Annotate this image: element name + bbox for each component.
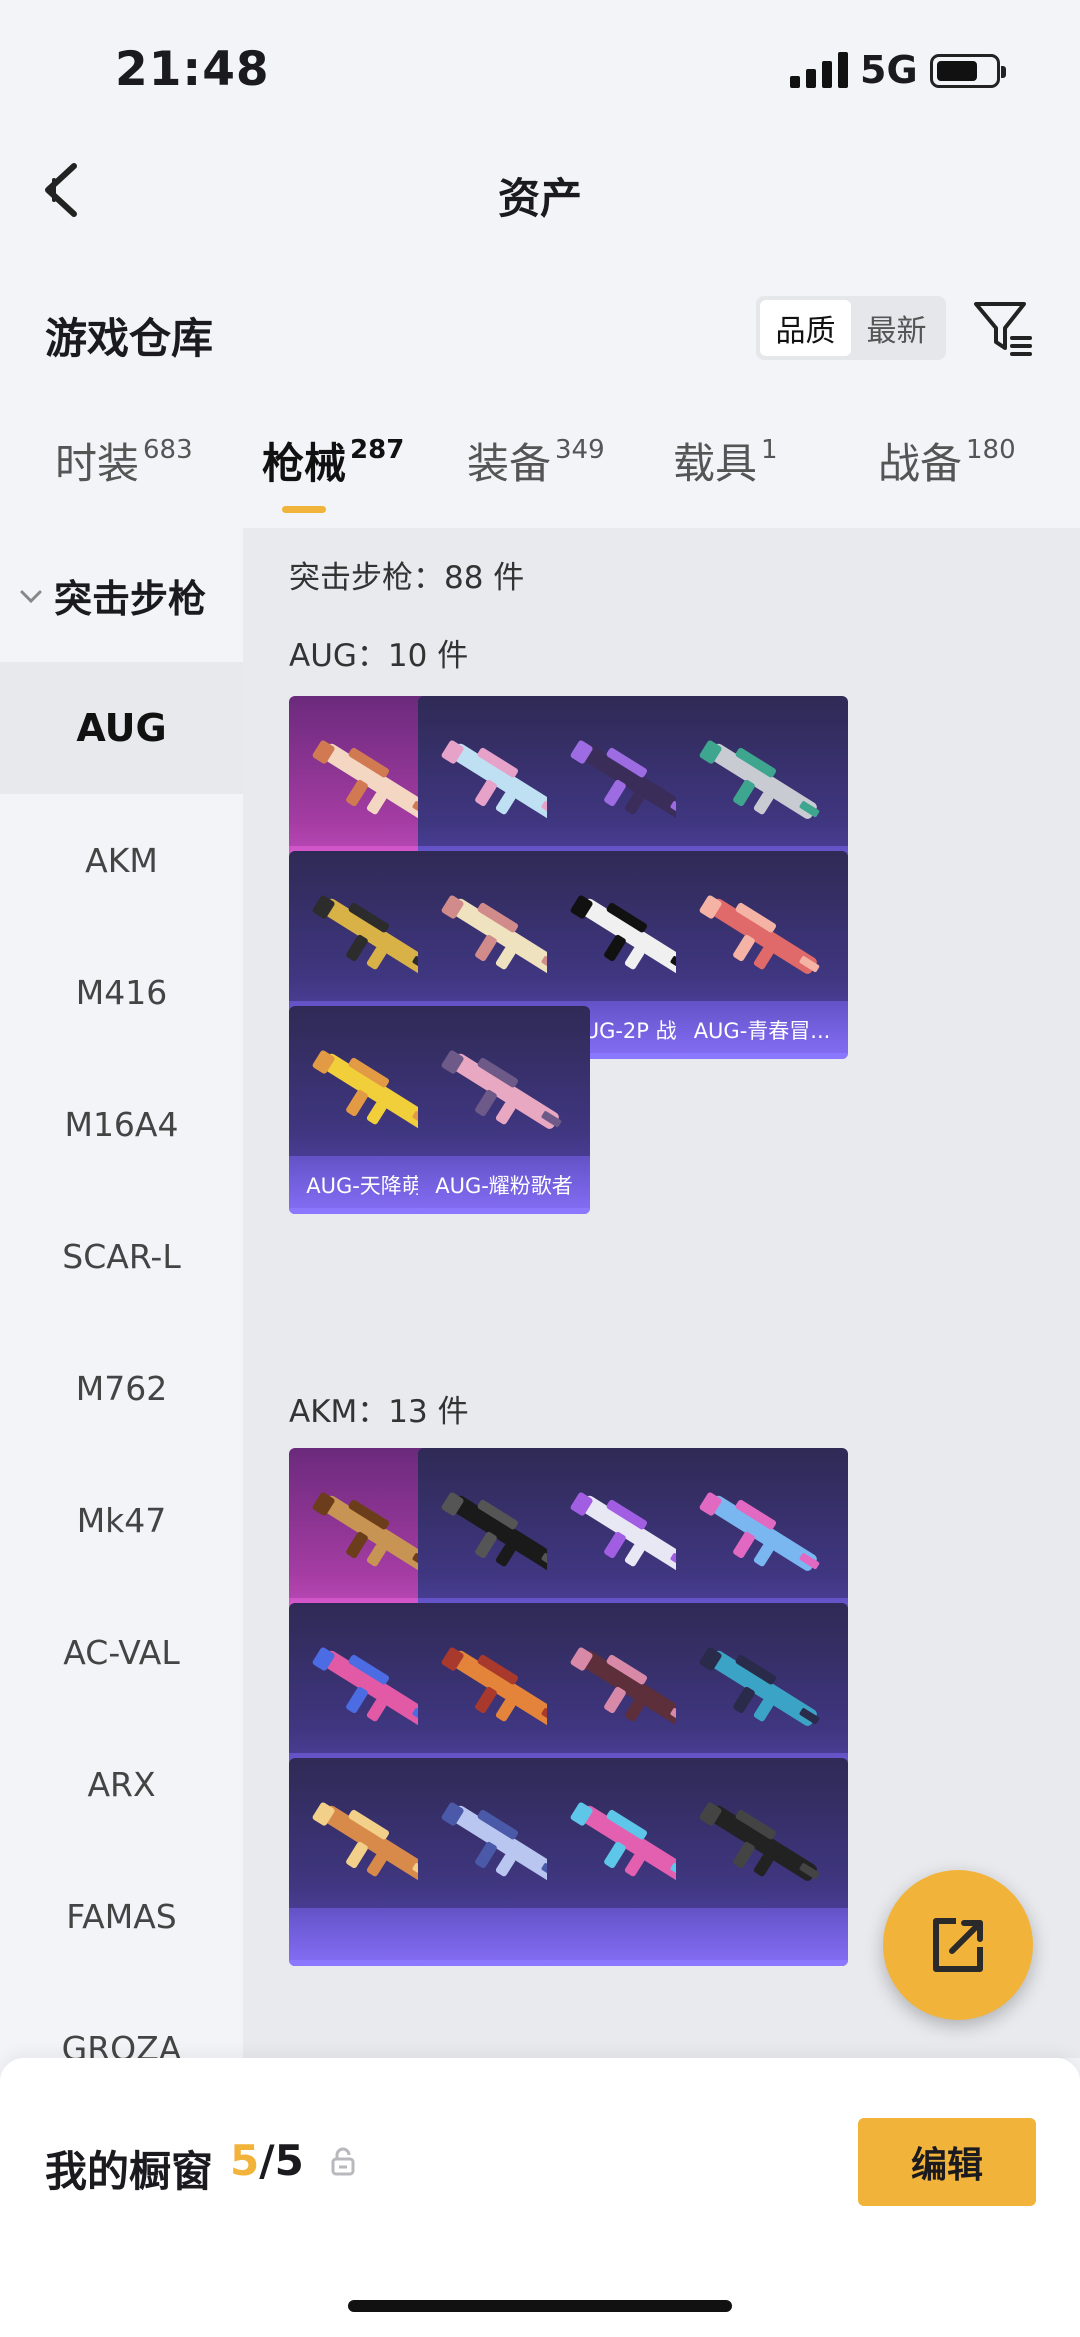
tab-indicator bbox=[282, 506, 326, 513]
tab-count: 683 bbox=[143, 435, 193, 465]
tab-label: 时装 bbox=[55, 439, 140, 488]
tab-label: 载具 bbox=[673, 439, 758, 488]
sidebar-item-m762[interactable]: M762 bbox=[0, 1322, 243, 1454]
tab-guns[interactable]: 枪械 287 bbox=[262, 430, 404, 491]
sidebar-item-famas[interactable]: FAMAS bbox=[0, 1850, 243, 1982]
sort-option-quality[interactable]: 品质 bbox=[760, 300, 851, 356]
tab-vehicles[interactable]: 载具 1 bbox=[673, 430, 778, 491]
showcase-label: 我的橱窗 bbox=[45, 2147, 214, 2196]
item-grid: 突击步枪：88 件 AUG：10 件 5级AUG-暖羊咩咩AUG-冰晶雪宝AUG… bbox=[243, 528, 1080, 2058]
category-total: 突击步枪：88 件 bbox=[289, 560, 525, 596]
sidebar-category[interactable]: 突击步枪 bbox=[18, 568, 206, 623]
filter-icon bbox=[974, 302, 1032, 356]
sidebar-item-ac-val[interactable]: AC-VAL bbox=[0, 1586, 243, 1718]
category-tabs: 时装 683 枪械 287 装备 349 载具 1 战备 180 bbox=[0, 430, 1080, 510]
rifle-icon bbox=[441, 1050, 562, 1129]
sidebar-item-m416[interactable]: M416 bbox=[0, 926, 243, 1058]
home-indicator bbox=[348, 2300, 732, 2312]
group-label-aug: AUG：10 件 bbox=[289, 638, 469, 674]
status-bar: 21:48 5G bbox=[0, 0, 1080, 140]
tab-count: 349 bbox=[555, 435, 605, 465]
tab-count: 1 bbox=[761, 435, 778, 465]
battery-icon bbox=[930, 54, 1006, 88]
showcase-count: 5/5 bbox=[230, 2136, 304, 2185]
showcase-separator: / bbox=[259, 2136, 275, 2185]
card-rarity-line bbox=[418, 1208, 590, 1214]
sort-option-latest[interactable]: 最新 bbox=[851, 300, 942, 356]
sidebar-item-akm[interactable]: AKM bbox=[0, 794, 243, 926]
tab-label: 战备 bbox=[878, 439, 963, 488]
sort-toggle: 品质 最新 bbox=[756, 296, 946, 360]
sidebar-item-arx[interactable]: ARX bbox=[0, 1718, 243, 1850]
page-title: 资产 bbox=[497, 174, 582, 223]
rifle-icon bbox=[699, 1647, 820, 1726]
lock-icon bbox=[331, 2147, 355, 2176]
tab-equipment[interactable]: 装备 349 bbox=[467, 430, 605, 491]
item-card[interactable]: AUG-青春冒... bbox=[676, 851, 848, 1059]
tab-count: 287 bbox=[350, 435, 405, 465]
chevron-down-icon bbox=[20, 590, 42, 603]
group-label-akm: AKM：13 件 bbox=[289, 1394, 469, 1430]
section-title: 游戏仓库 bbox=[45, 314, 214, 363]
signal-icon bbox=[790, 52, 848, 88]
tab-label: 装备 bbox=[467, 439, 552, 488]
card-name: AUG-青春冒... bbox=[693, 1019, 831, 1043]
card-name-band bbox=[676, 1908, 848, 1966]
sidebar-item-scar-l[interactable]: SCAR-L bbox=[0, 1190, 243, 1322]
rifle-icon bbox=[699, 895, 820, 974]
sidebar-item-mk47[interactable]: Mk47 bbox=[0, 1454, 243, 1586]
sidebar-item-m16a4[interactable]: M16A4 bbox=[0, 1058, 243, 1190]
sidebar-category-label: 突击步枪 bbox=[54, 577, 207, 621]
share-button[interactable] bbox=[883, 1870, 1033, 2020]
edit-button[interactable]: 编辑 bbox=[858, 2118, 1036, 2206]
share-icon bbox=[933, 1918, 983, 1972]
showcase-bar: 我的橱窗 5/5 编辑 bbox=[0, 2058, 1080, 2337]
sidebar: 突击步枪 AUG AKM M416 M16A4 SCAR-L M762 Mk47… bbox=[0, 528, 243, 2058]
network-label: 5G bbox=[860, 48, 918, 92]
card-rarity-line bbox=[676, 1960, 848, 1966]
rifle-icon bbox=[699, 740, 820, 819]
sidebar-item-groza[interactable]: GROZA bbox=[0, 1982, 243, 2059]
item-card[interactable] bbox=[676, 1758, 848, 1966]
tab-count: 180 bbox=[966, 435, 1016, 465]
tab-label: 枪械 bbox=[262, 439, 347, 488]
item-card[interactable]: AUG-耀粉歌者 bbox=[418, 1006, 590, 1214]
card-name: AUG-耀粉歌者 bbox=[435, 1174, 573, 1198]
sidebar-item-aug[interactable]: AUG bbox=[0, 662, 243, 794]
rifle-icon bbox=[699, 1802, 820, 1881]
showcase-max: 5 bbox=[274, 2136, 304, 2185]
filter-button[interactable] bbox=[972, 298, 1034, 358]
card-rarity-line bbox=[676, 1053, 848, 1059]
status-time: 21:48 bbox=[115, 42, 270, 97]
showcase-current: 5 bbox=[230, 2136, 260, 2185]
tab-fashion[interactable]: 时装 683 bbox=[55, 430, 193, 491]
rifle-icon bbox=[699, 1492, 820, 1571]
tab-supplies[interactable]: 战备 180 bbox=[878, 430, 1016, 491]
